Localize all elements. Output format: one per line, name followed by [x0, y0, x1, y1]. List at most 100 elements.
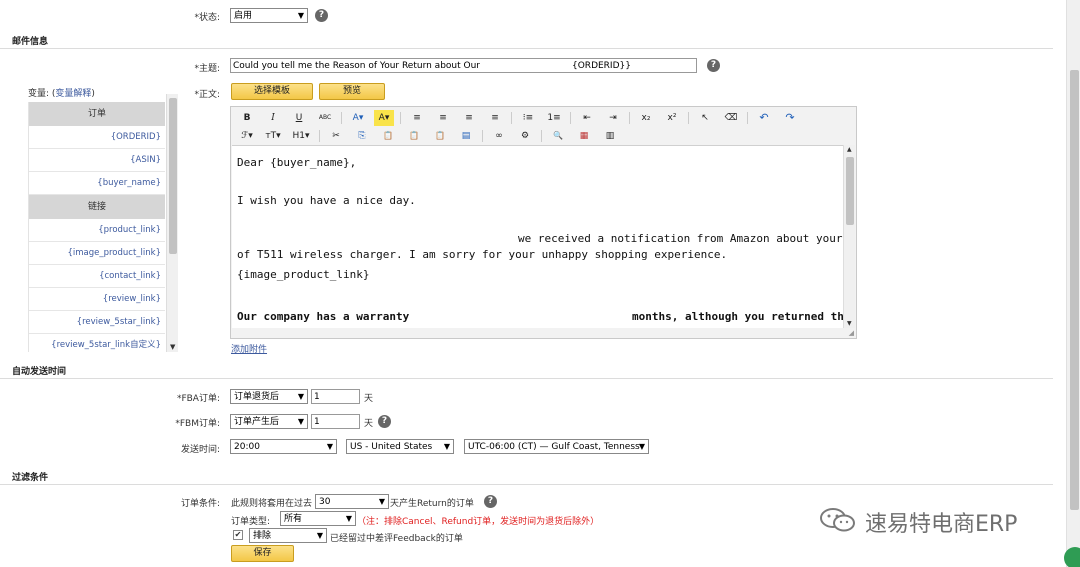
fbm-days-input[interactable]: 1	[311, 414, 360, 429]
unlink-icon[interactable]: ⚙	[515, 128, 535, 144]
fba-trigger-value: 订单退货后	[234, 392, 280, 402]
editor-scrollbar[interactable]: ▲ ▼	[843, 145, 855, 328]
chevron-down-icon: ▼	[378, 497, 385, 506]
link-icon[interactable]: ∞	[489, 128, 509, 144]
feedback-checkbox[interactable]: ✔	[233, 530, 243, 540]
help-icon[interactable]: ?	[378, 415, 391, 428]
subject-input[interactable]: Could you tell me the Reason of Your Ret…	[230, 58, 697, 73]
subscript-icon[interactable]: x₂	[636, 110, 656, 126]
help-icon[interactable]: ?	[707, 59, 720, 72]
toolbar-row-1: B I U ABC A▾ A▾ ≡ ≡ ≡ ≡ ⁝≡ 1≡ ⇤ ⇥ x₂ x² …	[237, 109, 806, 127]
save-button[interactable]: 保存	[231, 545, 294, 562]
fbm-trigger-value: 订单产生后	[234, 417, 280, 427]
font-color-icon[interactable]: A▾	[348, 110, 368, 126]
source-code-icon[interactable]: ▥	[600, 128, 620, 144]
order-type-select[interactable]: 所有 ▼	[280, 511, 356, 526]
fba-label: *FBA订单:	[176, 394, 220, 404]
help-icon[interactable]: ?	[315, 9, 328, 22]
undo-icon[interactable]: ↶	[754, 110, 774, 126]
condition-days-select[interactable]: 30 ▼	[315, 494, 389, 509]
editor-line: of T511 wireless charger. I am sorry for…	[237, 248, 728, 261]
add-attachment-link[interactable]: 添加附件	[231, 342, 267, 355]
timezone-select[interactable]: UTC-06:00 (CT) — Gulf Coast, Tenness ▼	[464, 439, 649, 454]
variables-scrollbar[interactable]: ▼	[166, 94, 178, 352]
preview-button[interactable]: 预览	[319, 83, 385, 100]
region-select[interactable]: US - United States ▼	[346, 439, 454, 454]
strikethrough-icon[interactable]: ABC	[315, 110, 335, 126]
editor-line: months, although you returned the charge…	[632, 310, 844, 323]
exclude-value: 排除	[253, 531, 272, 541]
superscript-icon[interactable]: x²	[662, 110, 682, 126]
status-value: 启用	[234, 11, 253, 21]
variable-item[interactable]: {review_link}	[29, 288, 165, 311]
variables-explain-link[interactable]: 变量解释	[55, 89, 91, 99]
eraser-icon[interactable]: ⌫	[721, 110, 741, 126]
fbm-unit: 天	[364, 419, 374, 429]
resize-handle-icon[interactable]: ◢	[849, 329, 854, 337]
page-scrollbar[interactable]	[1066, 0, 1080, 567]
variable-item[interactable]: {ORDERID}	[29, 126, 165, 149]
editor-content-area[interactable]: Dear {buyer_name}, I wish you have a nic…	[232, 145, 844, 328]
numbered-list-icon[interactable]: 1≡	[544, 110, 564, 126]
floating-badge-icon[interactable]	[1064, 547, 1080, 567]
bullet-list-icon[interactable]: ⁝≡	[518, 110, 538, 126]
wechat-icon	[818, 506, 858, 534]
fba-days-input[interactable]: 1	[311, 389, 360, 404]
chevron-down-icon: ▼	[297, 392, 304, 401]
font-family-icon[interactable]: ℱ▾	[237, 128, 257, 144]
heading-icon[interactable]: H1▾	[289, 128, 313, 144]
toolbar-divider	[482, 130, 483, 142]
section-divider	[0, 48, 1053, 49]
fbm-trigger-select[interactable]: 订单产生后 ▼	[230, 414, 308, 429]
variable-item[interactable]: {contact_link}	[29, 265, 165, 288]
fba-trigger-select[interactable]: 订单退货后 ▼	[230, 389, 308, 404]
find-icon[interactable]: 🔍	[548, 128, 568, 144]
section-divider	[0, 378, 1053, 379]
scroll-thumb[interactable]	[1070, 70, 1079, 510]
mail-section-title: 邮件信息	[12, 37, 49, 47]
variable-item[interactable]: {image_product_link}	[29, 242, 165, 265]
cut-icon[interactable]: ✂	[326, 128, 346, 144]
copy-icon[interactable]: ⎘	[352, 128, 372, 144]
variable-item[interactable]: {buyer_name}	[29, 172, 165, 195]
chevron-up-icon[interactable]: ▲	[847, 146, 852, 153]
order-type-label: 订单类型:	[231, 517, 271, 527]
chevron-down-icon[interactable]: ▼	[847, 320, 852, 327]
send-time-value: 20:00	[234, 442, 260, 452]
toolbar-row-2: ℱ▾ тT▾ H1▾ ✂ ⎘ 📋 📋 📋 ▤ ∞ ⚙ 🔍 ▦ ▥	[237, 127, 626, 145]
paste-word-icon[interactable]: 📋	[430, 128, 450, 144]
scroll-thumb[interactable]	[846, 157, 854, 225]
chevron-down-icon[interactable]: ▼	[170, 343, 175, 351]
outdent-icon[interactable]: ⇤	[577, 110, 597, 126]
send-time-select[interactable]: 20:00 ▼	[230, 439, 337, 454]
toolbar-divider	[747, 112, 748, 124]
table-icon[interactable]: ▤	[456, 128, 476, 144]
choose-template-button[interactable]: 选择模板	[231, 83, 313, 100]
status-label: *状态:	[194, 13, 220, 23]
align-justify-icon[interactable]: ≡	[485, 110, 505, 126]
variable-item[interactable]: {product_link}	[29, 219, 165, 242]
font-size-icon[interactable]: тT▾	[263, 128, 283, 144]
paste-text-icon[interactable]: 📋	[404, 128, 424, 144]
status-select[interactable]: 启用 ▼	[230, 8, 308, 23]
bold-icon[interactable]: B	[237, 110, 257, 126]
italic-icon[interactable]: I	[263, 110, 283, 126]
align-left-icon[interactable]: ≡	[407, 110, 427, 126]
align-right-icon[interactable]: ≡	[459, 110, 479, 126]
preview-icon[interactable]: ▦	[574, 128, 594, 144]
variable-item[interactable]: {review_5star_link}	[29, 311, 165, 334]
variable-item[interactable]: {ASIN}	[29, 149, 165, 172]
exclude-select[interactable]: 排除 ▼	[249, 528, 327, 543]
order-condition-label: 订单条件:	[180, 499, 220, 509]
variable-item[interactable]: {review_5star_link自定义}	[29, 334, 165, 352]
help-icon[interactable]: ?	[484, 495, 497, 508]
select-all-icon[interactable]: ↖	[695, 110, 715, 126]
redo-icon[interactable]: ↷	[780, 110, 800, 126]
highlight-color-icon[interactable]: A▾	[374, 110, 394, 126]
align-center-icon[interactable]: ≡	[433, 110, 453, 126]
underline-icon[interactable]: U	[289, 110, 309, 126]
paste-icon[interactable]: 📋	[378, 128, 398, 144]
indent-icon[interactable]: ⇥	[603, 110, 623, 126]
watermark-text: 速易特电商ERP	[865, 512, 1018, 537]
scroll-thumb[interactable]	[169, 98, 177, 254]
